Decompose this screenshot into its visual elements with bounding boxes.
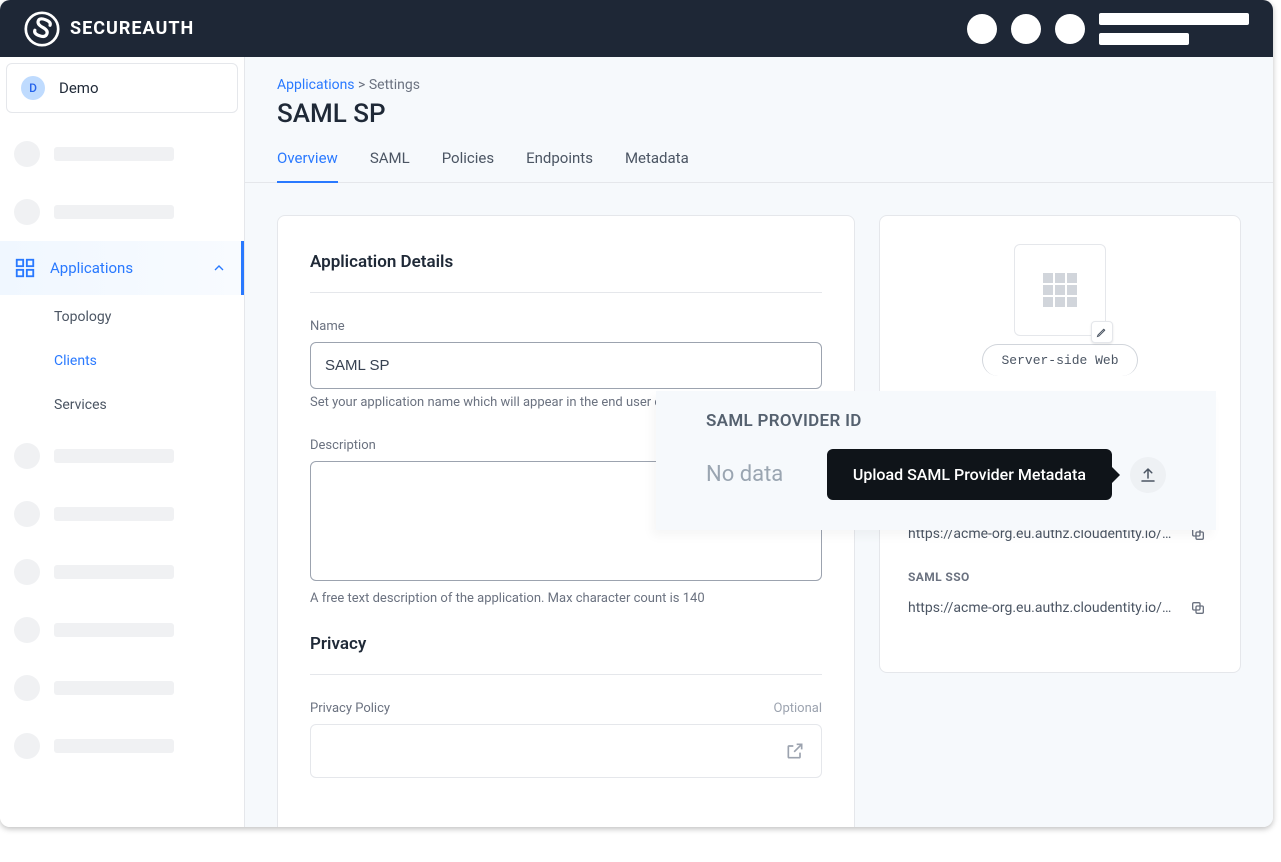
sidebar-item-placeholder-4[interactable] bbox=[0, 485, 244, 543]
workspace-avatar: D bbox=[21, 76, 45, 100]
tab-overview[interactable]: Overview bbox=[277, 139, 338, 183]
section-title-privacy: Privacy bbox=[310, 634, 822, 675]
copy-sso-button[interactable] bbox=[1184, 594, 1212, 622]
header-actions bbox=[967, 13, 1249, 45]
saml-provider-id-title: SAML PROVIDER ID bbox=[706, 411, 1166, 431]
breadcrumb: Applications > Settings bbox=[245, 57, 1273, 99]
brand-name: SECUREAUTH bbox=[70, 18, 194, 39]
workspace-name: Demo bbox=[59, 79, 99, 97]
saml-provider-id-nodata: No data bbox=[706, 462, 783, 487]
page-title: SAML SP bbox=[245, 99, 1273, 139]
breadcrumb-root[interactable]: Applications bbox=[277, 77, 355, 93]
sidebar-item-placeholder-3[interactable] bbox=[0, 427, 244, 485]
description-help: A free text description of the applicati… bbox=[310, 591, 822, 606]
app-type-pill: Server-side Web bbox=[982, 344, 1137, 376]
app-logo-preview bbox=[1014, 244, 1106, 336]
sidebar-subitem-clients[interactable]: Clients bbox=[44, 339, 244, 383]
sidebar-item-label: Applications bbox=[50, 259, 197, 277]
name-input[interactable] bbox=[310, 342, 822, 389]
tab-saml[interactable]: SAML bbox=[370, 139, 410, 182]
saml-sso-label: SAML SSO bbox=[908, 570, 1212, 584]
workspace-selector[interactable]: D Demo bbox=[6, 63, 238, 113]
privacy-policy-optional: Optional bbox=[774, 701, 822, 716]
privacy-policy-input[interactable] bbox=[310, 724, 822, 778]
breadcrumb-sep: > bbox=[358, 77, 365, 93]
sidebar-item-placeholder-2[interactable] bbox=[0, 183, 244, 241]
grid-icon bbox=[14, 257, 36, 279]
header-action-3[interactable] bbox=[1055, 14, 1085, 44]
upload-icon bbox=[1139, 466, 1157, 484]
upload-tooltip: Upload SAML Provider Metadata bbox=[827, 449, 1112, 500]
sidebar-item-applications[interactable]: Applications bbox=[0, 241, 244, 295]
app-header: SECUREAUTH bbox=[0, 0, 1273, 57]
external-link-icon bbox=[785, 741, 805, 761]
tab-endpoints[interactable]: Endpoints bbox=[526, 139, 593, 182]
sidebar-subitem-topology[interactable]: Topology bbox=[44, 295, 244, 339]
breadcrumb-leaf: Settings bbox=[369, 77, 420, 93]
tab-metadata[interactable]: Metadata bbox=[625, 139, 689, 182]
tab-policies[interactable]: Policies bbox=[442, 139, 494, 182]
sidebar-item-placeholder-1[interactable] bbox=[0, 125, 244, 183]
brand-logo: SECUREAUTH bbox=[24, 11, 194, 47]
saml-sso-url: https://acme-org.eu.authz.cloudentity.io… bbox=[908, 600, 1172, 616]
pencil-icon bbox=[1096, 326, 1108, 338]
chevron-up-icon bbox=[211, 260, 227, 276]
tabs: Overview SAML Policies Endpoints Metadat… bbox=[245, 139, 1273, 183]
header-action-2[interactable] bbox=[1011, 14, 1041, 44]
saml-provider-id-panel: SAML PROVIDER ID No data Upload SAML Pro… bbox=[656, 391, 1216, 530]
sidebar: D Demo Applications Topology Clients Ser… bbox=[0, 57, 245, 827]
copy-icon bbox=[1190, 600, 1206, 616]
sidebar-subitem-services[interactable]: Services bbox=[44, 383, 244, 427]
name-label: Name bbox=[310, 319, 822, 334]
sidebar-item-placeholder-6[interactable] bbox=[0, 601, 244, 659]
upload-saml-metadata-button[interactable] bbox=[1130, 457, 1166, 493]
sidebar-item-placeholder-7[interactable] bbox=[0, 659, 244, 717]
privacy-policy-label: Privacy Policy bbox=[310, 701, 390, 716]
section-title-details: Application Details bbox=[310, 252, 822, 293]
header-info-placeholder bbox=[1099, 13, 1249, 45]
sidebar-item-placeholder-8[interactable] bbox=[0, 717, 244, 775]
edit-logo-button[interactable] bbox=[1091, 321, 1113, 343]
sidebar-item-placeholder-5[interactable] bbox=[0, 543, 244, 601]
placeholder-logo-icon bbox=[1043, 273, 1077, 307]
brand-logo-icon bbox=[24, 11, 60, 47]
header-action-1[interactable] bbox=[967, 14, 997, 44]
